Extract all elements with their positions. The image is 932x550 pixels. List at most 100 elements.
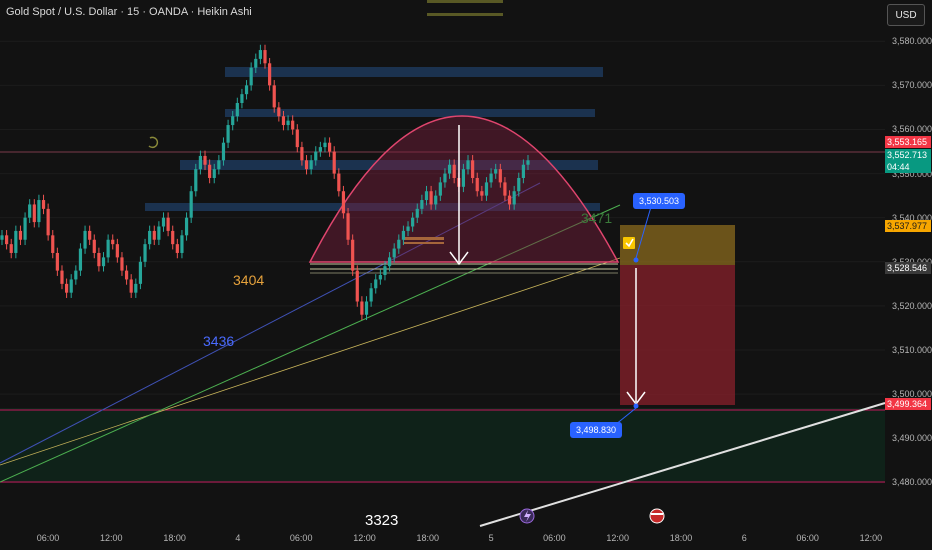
candle-down bbox=[175, 244, 179, 253]
candle-down bbox=[120, 257, 124, 271]
x-tick-label: 06:00 bbox=[543, 533, 566, 543]
level-3404-label: 3404 bbox=[233, 272, 265, 288]
x-tick-label: 18:00 bbox=[163, 533, 186, 543]
price-chart[interactable] bbox=[0, 0, 932, 550]
candle-down bbox=[64, 283, 69, 293]
candle-up bbox=[420, 200, 424, 209]
y-tick-label: 3,560.000 bbox=[892, 124, 932, 135]
candle-up bbox=[438, 182, 442, 196]
candle-up bbox=[74, 270, 78, 280]
candle-up bbox=[484, 182, 489, 196]
candle-up bbox=[489, 173, 493, 183]
candle-up bbox=[461, 169, 466, 187]
y-tick-label: 3,580.000 bbox=[892, 36, 932, 47]
target-point[interactable] bbox=[633, 403, 639, 409]
candle-up bbox=[364, 301, 369, 315]
y-tick-label: 3,570.000 bbox=[892, 80, 932, 91]
candle-up bbox=[138, 261, 143, 284]
candle-down bbox=[263, 50, 267, 64]
x-tick-label: 12:00 bbox=[606, 533, 629, 543]
candle-down bbox=[46, 208, 50, 236]
candle-down bbox=[208, 164, 212, 178]
candle-down bbox=[498, 169, 502, 183]
candle-up bbox=[397, 239, 401, 249]
candle-down bbox=[300, 147, 304, 161]
candle-down bbox=[92, 239, 96, 253]
mid-price-label: 3,528.546 bbox=[885, 262, 931, 274]
candle-down bbox=[277, 107, 281, 117]
candle-down bbox=[152, 230, 156, 240]
candle-down bbox=[55, 252, 59, 271]
candle-down bbox=[332, 151, 336, 174]
candle-up bbox=[286, 120, 290, 126]
x-tick-label: 5 bbox=[488, 533, 494, 543]
candle-up bbox=[401, 230, 406, 240]
candle-down bbox=[360, 301, 364, 315]
candle-up bbox=[194, 169, 198, 192]
countdown-label: 04:44 bbox=[885, 161, 931, 173]
candle-down bbox=[124, 270, 129, 280]
candle-up bbox=[226, 125, 230, 143]
candle-down bbox=[471, 160, 475, 178]
candle-up bbox=[23, 217, 27, 240]
candle-up bbox=[143, 244, 147, 262]
candle-up bbox=[434, 195, 438, 205]
candle-up bbox=[189, 191, 193, 218]
us-flag-icon[interactable] bbox=[649, 508, 665, 524]
candle-up bbox=[180, 235, 184, 253]
candle-down bbox=[51, 235, 55, 253]
candle-down bbox=[327, 142, 332, 152]
candle-down bbox=[337, 173, 341, 192]
entry-tooltip: 3,530.503 bbox=[633, 193, 686, 209]
candle-up bbox=[447, 164, 452, 174]
candle-down bbox=[295, 129, 299, 148]
candle-down bbox=[346, 213, 350, 240]
entry-price-label: 3,537.977 bbox=[885, 220, 931, 232]
entry-point[interactable] bbox=[633, 257, 639, 263]
candle-up bbox=[69, 279, 73, 293]
checkbox-icon[interactable] bbox=[623, 237, 635, 249]
target-tooltip: 3,498.830 bbox=[570, 422, 623, 438]
candle-up bbox=[244, 85, 249, 95]
candle-up bbox=[369, 288, 373, 302]
candle-down bbox=[41, 200, 46, 209]
candle-up bbox=[318, 147, 322, 152]
candle-down bbox=[507, 195, 512, 205]
candle-up bbox=[78, 248, 83, 271]
candle-up bbox=[28, 204, 32, 218]
candle-up bbox=[217, 160, 221, 170]
candle-down bbox=[272, 85, 276, 108]
level-3436-label: 3436 bbox=[203, 333, 235, 349]
y-tick-label: 3,490.000 bbox=[892, 433, 932, 444]
candle-up bbox=[161, 217, 166, 227]
candle-down bbox=[115, 244, 119, 258]
candle-down bbox=[97, 252, 101, 267]
candle-up bbox=[198, 155, 203, 170]
candle-up bbox=[374, 279, 378, 289]
candle-up bbox=[249, 67, 253, 86]
candle-up bbox=[0, 235, 4, 240]
candle-up bbox=[240, 94, 244, 103]
candle-down bbox=[171, 230, 175, 245]
candle-down bbox=[475, 177, 479, 192]
candle-down bbox=[32, 204, 36, 223]
candle-up bbox=[387, 257, 392, 267]
y-tick-label: 3,520.000 bbox=[892, 300, 932, 311]
candle-up bbox=[466, 160, 470, 170]
y-tick-label: 3,480.000 bbox=[892, 477, 932, 488]
candle-down bbox=[268, 63, 272, 86]
candle-up bbox=[383, 266, 387, 276]
bid-price-label: 3,553.165 bbox=[885, 136, 931, 148]
candle-up bbox=[231, 116, 235, 126]
candle-down bbox=[503, 182, 507, 196]
support-zone bbox=[0, 408, 885, 482]
x-tick-label: 6 bbox=[741, 533, 747, 543]
candle-down bbox=[166, 217, 170, 231]
candle-down bbox=[203, 155, 207, 165]
candle-down bbox=[88, 230, 92, 240]
currency-button[interactable]: USD bbox=[887, 4, 925, 26]
candle-up bbox=[212, 169, 216, 178]
candle-up bbox=[221, 142, 226, 161]
x-tick-label: 18:00 bbox=[669, 533, 693, 543]
x-tick-label: 06:00 bbox=[36, 533, 60, 543]
